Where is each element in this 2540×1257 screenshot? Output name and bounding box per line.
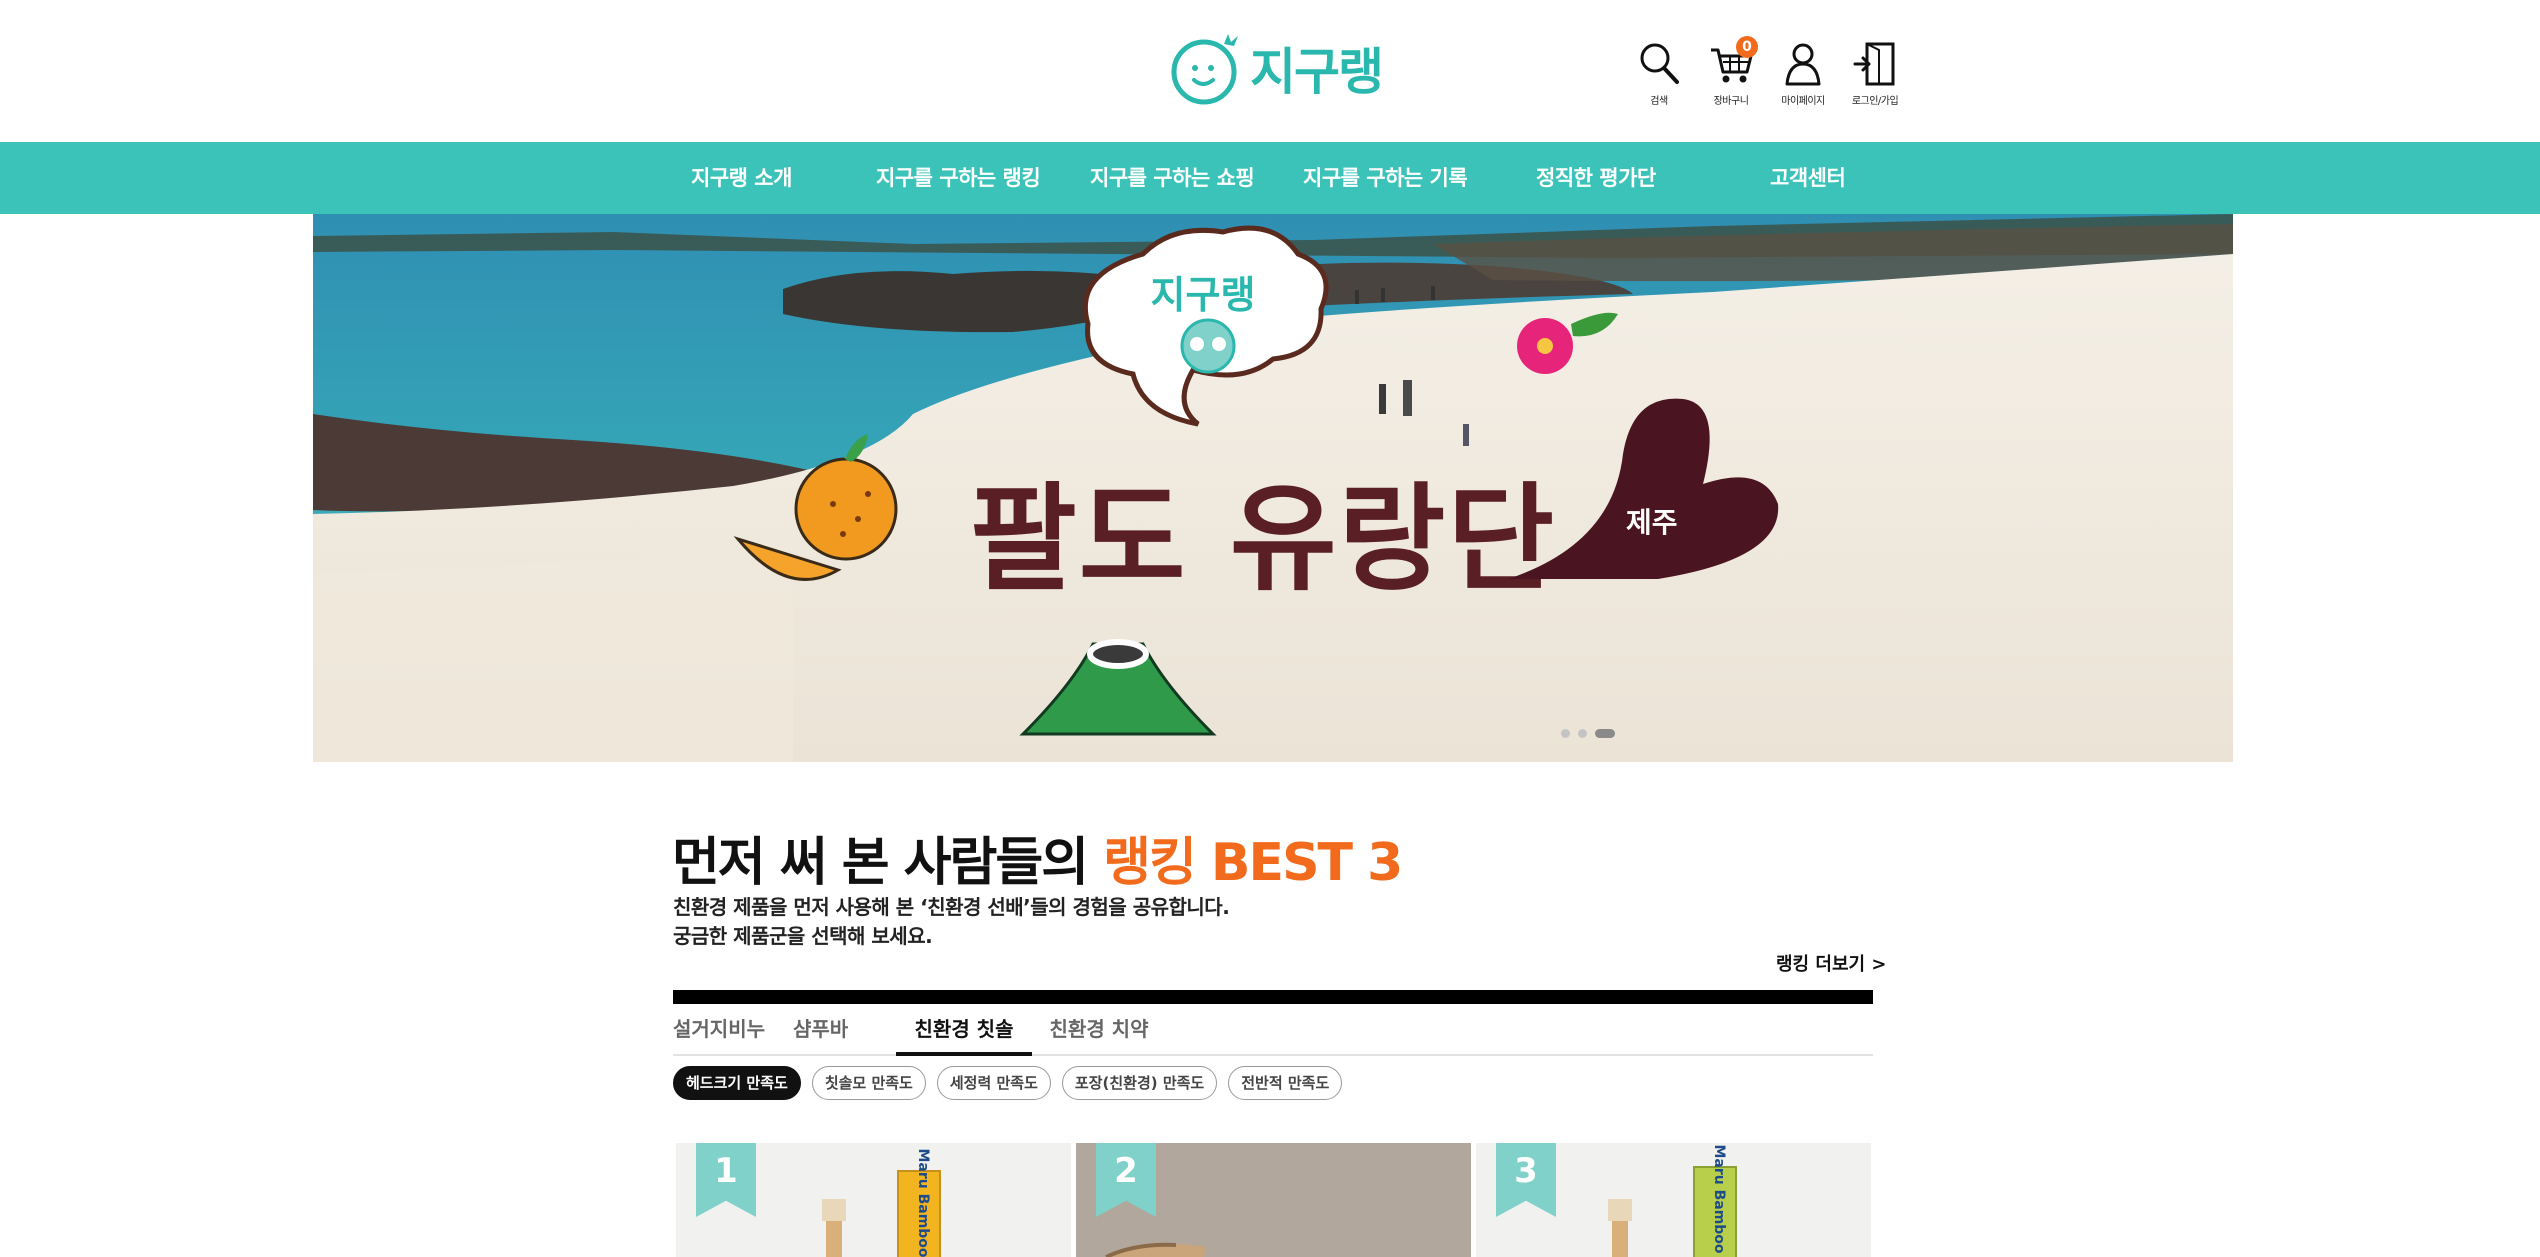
login-icon <box>1853 42 1895 86</box>
hero-dot-2[interactable] <box>1578 729 1587 738</box>
tab-eco-toothpaste[interactable]: 친환경 치약 <box>1049 1004 1149 1056</box>
tab-eco-toothbrush[interactable]: 친환경 칫솔 <box>896 1004 1032 1056</box>
nav-item-shopping[interactable]: 지구를 구하는 쇼핑 <box>1090 142 1255 214</box>
hero-dot-1[interactable] <box>1561 729 1570 738</box>
logo-text: 지구랭 <box>1250 43 1384 101</box>
filter-overall[interactable]: 전반적 만족도 <box>1228 1066 1343 1100</box>
ranking-title-highlight: 랭킹 BEST 3 <box>1103 833 1403 893</box>
ranking-desc-line1: 친환경 제품을 먼저 사용해 본 ‘친환경 선배’들의 경험을 공유합니다. <box>673 895 1230 919</box>
ranking-card-1[interactable]: Maru Bamboo 1 <box>676 1143 1071 1257</box>
ranking-description: 친환경 제품을 먼저 사용해 본 ‘친환경 선배’들의 경험을 공유합니다. 궁… <box>673 893 1230 951</box>
login-label: 로그인/가입 <box>1851 96 1899 107</box>
mypage-label: 마이페이지 <box>1781 96 1825 107</box>
ranking-card-3[interactable]: Maru Bamboo 3 <box>1476 1143 1871 1257</box>
main-nav: 지구랭 소개 지구를 구하는 랭킹 지구를 구하는 쇼핑 지구를 구하는 기록 … <box>0 142 2540 214</box>
product-brand-text: Maru Bamboo <box>915 1148 931 1257</box>
filter-bristle[interactable]: 칫솔모 만족도 <box>811 1066 926 1100</box>
mypage-button[interactable]: 마이페이지 <box>1778 40 1828 107</box>
ranking-title-prefix: 먼저 써 본 사람들의 <box>672 833 1089 893</box>
filter-head-size[interactable]: 헤드크기 만족도 <box>673 1066 801 1100</box>
filter-packaging[interactable]: 포장(친환경) 만족도 <box>1061 1066 1218 1100</box>
nav-item-ranking[interactable]: 지구를 구하는 랭킹 <box>876 142 1041 214</box>
nav-item-records[interactable]: 지구를 구하는 기록 <box>1303 142 1468 214</box>
ranking-cards: Maru Bamboo 1 2 Maru Bamboo 3 <box>676 1143 1871 1257</box>
earth-smile-logo-icon <box>1171 34 1238 105</box>
product-brand-text: Maru Bamboo <box>1711 1144 1727 1253</box>
nav-item-reviewers[interactable]: 정직한 평가단 <box>1536 142 1656 214</box>
cart-label: 장바구니 <box>1713 96 1749 107</box>
login-button[interactable]: 로그인/가입 <box>1850 40 1900 107</box>
site-logo[interactable]: 지구랭 <box>1168 26 1384 110</box>
ranking-card-2[interactable]: 2 <box>1076 1143 1471 1257</box>
search-label: 검색 <box>1650 96 1668 107</box>
search-icon <box>1640 43 1679 84</box>
hero-region-label: 제주 <box>1626 506 1678 539</box>
bubble-logo-text: 지구랭 <box>1151 273 1256 317</box>
search-button[interactable]: 검색 <box>1634 40 1684 107</box>
hero-image: 지구랭 팔도 유랑단 제주 <box>313 214 2233 762</box>
site-header: 지구랭 검색 0 장바구니 마이페이지 로그인/가입 <box>0 0 2540 142</box>
header-icons: 검색 0 장바구니 마이페이지 로그인/가입 <box>1634 36 1900 107</box>
mypage-icon <box>1785 43 1821 86</box>
hero-dot-3[interactable] <box>1595 729 1615 738</box>
tab-dish-soap[interactable]: 설거지비누 <box>673 1004 765 1056</box>
ranking-more-link[interactable]: 랭킹 더보기 > <box>1776 950 1886 976</box>
cart-count-badge: 0 <box>1736 36 1758 58</box>
ranking-desc-line2: 궁금한 제품군을 선택해 보세요. <box>673 924 933 948</box>
criteria-filters: 헤드크기 만족도 칫솔모 만족도 세정력 만족도 포장(친환경) 만족도 전반적… <box>673 1066 1343 1100</box>
cart-button[interactable]: 0 장바구니 <box>1706 36 1758 107</box>
ranking-title: 먼저 써 본 사람들의 랭킹 BEST 3 <box>672 820 1403 895</box>
hero-banner[interactable]: 지구랭 팔도 유랑단 제주 <box>313 214 2233 762</box>
tab-shampoo-bar[interactable]: 샴푸바 <box>793 1004 848 1056</box>
section-divider <box>673 990 1873 1004</box>
category-tabs: 설거지비누 샴푸바 친환경 칫솔 친환경 치약 <box>673 1004 1873 1056</box>
filter-cleaning[interactable]: 세정력 만족도 <box>936 1066 1051 1100</box>
hero-headline: 팔도 유랑단 <box>970 472 1556 607</box>
nav-item-about[interactable]: 지구랭 소개 <box>691 142 792 214</box>
nav-item-support[interactable]: 고객센터 <box>1770 142 1846 214</box>
hero-pagination <box>1561 729 1615 738</box>
